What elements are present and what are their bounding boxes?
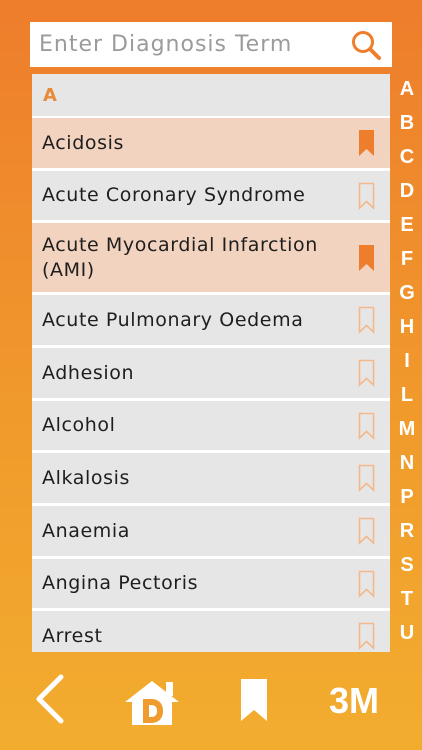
- index-letter[interactable]: E: [400, 208, 413, 242]
- index-letter[interactable]: S: [400, 548, 413, 582]
- home-d-icon[interactable]: [122, 678, 182, 726]
- index-letter[interactable]: F: [401, 242, 413, 276]
- list-item[interactable]: Acute Pulmonary Oedema: [32, 295, 390, 348]
- list-item[interactable]: Arrest: [32, 611, 390, 652]
- list-item-label: Anaemia: [42, 519, 131, 542]
- list-item[interactable]: Alcohol: [32, 401, 390, 453]
- index-letter[interactable]: N: [400, 446, 414, 480]
- list-item[interactable]: Anaemia: [32, 506, 390, 559]
- index-letter[interactable]: A: [400, 72, 414, 106]
- list-item[interactable]: Acute Coronary Syndrome: [32, 171, 390, 223]
- index-letter[interactable]: H: [400, 310, 414, 344]
- index-letter[interactable]: T: [401, 582, 413, 616]
- list-item-label: Arrest: [42, 624, 103, 647]
- index-letter[interactable]: L: [401, 378, 413, 412]
- list-item-label: Acute Pulmonary Oedema: [42, 308, 304, 331]
- bookmark-icon[interactable]: [358, 622, 375, 650]
- index-letter[interactable]: U: [400, 616, 414, 650]
- diagnosis-list[interactable]: A Acidosis Acute Coronary Syndrome Acute…: [32, 74, 390, 652]
- list-item-label: Angina Pectoris: [42, 572, 199, 594]
- list-item-label: Acute Coronary Syndrome: [42, 184, 306, 206]
- index-letter[interactable]: C: [400, 140, 414, 174]
- index-letter[interactable]: B: [400, 106, 414, 140]
- search-icon[interactable]: [350, 29, 382, 61]
- list-item-label: Adhesion: [42, 361, 135, 384]
- back-icon[interactable]: [34, 674, 66, 724]
- bottom-toolbar: 3M: [0, 652, 422, 750]
- list-item-label: Acute Myocardial Infarction (AMI): [42, 233, 318, 281]
- bookmark-icon[interactable]: [358, 244, 375, 272]
- index-letter[interactable]: D: [400, 174, 414, 208]
- list-item[interactable]: Acidosis: [32, 118, 390, 171]
- bookmark-icon[interactable]: [358, 517, 375, 545]
- bookmark-icon[interactable]: [358, 182, 375, 210]
- alphabet-index[interactable]: A B C D E F G H I L M N P R S T U: [396, 72, 418, 650]
- list-item-label: Alkalosis: [42, 466, 130, 489]
- index-letter[interactable]: P: [400, 480, 413, 514]
- bookmark-icon[interactable]: [358, 412, 375, 440]
- 3m-logo-text: 3M: [329, 682, 379, 718]
- search-input[interactable]: [39, 32, 339, 57]
- 3m-logo[interactable]: 3M: [323, 682, 385, 718]
- list-item[interactable]: Acute Myocardial Infarction (AMI): [32, 223, 390, 295]
- section-header: A: [32, 74, 390, 118]
- list-item[interactable]: Adhesion: [32, 348, 390, 401]
- search-bar: [30, 22, 392, 67]
- bookmarks-icon[interactable]: [240, 678, 268, 722]
- bookmark-icon[interactable]: [358, 570, 375, 598]
- bookmark-icon[interactable]: [358, 359, 375, 387]
- index-letter[interactable]: M: [399, 412, 416, 446]
- bookmark-icon[interactable]: [358, 306, 375, 334]
- list-item-label: Acidosis: [42, 131, 124, 154]
- list-item[interactable]: Angina Pectoris: [32, 559, 390, 611]
- index-letter[interactable]: R: [400, 514, 414, 548]
- bookmark-icon[interactable]: [358, 464, 375, 492]
- index-letter[interactable]: G: [399, 276, 415, 310]
- bookmark-icon[interactable]: [358, 129, 375, 157]
- index-letter[interactable]: I: [404, 344, 410, 378]
- list-item-label: Alcohol: [42, 414, 116, 436]
- list-item[interactable]: Alkalosis: [32, 453, 390, 506]
